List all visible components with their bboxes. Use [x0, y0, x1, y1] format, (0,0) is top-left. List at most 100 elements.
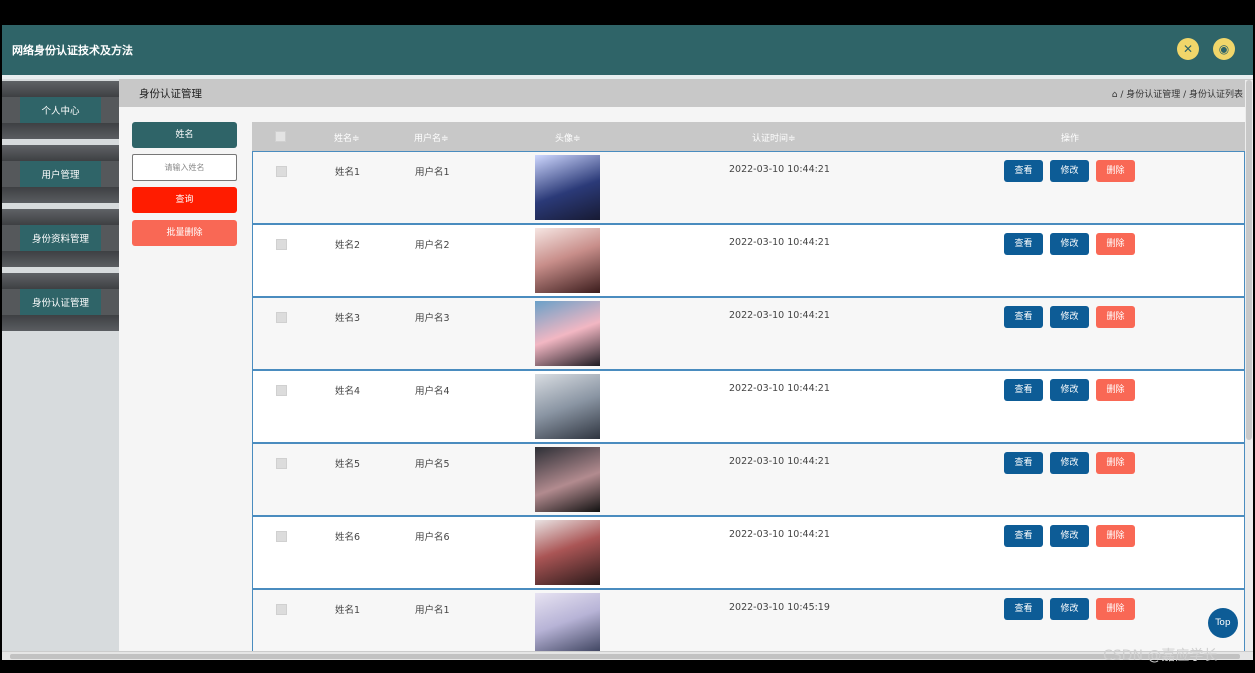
name-filter-label: 姓名	[132, 122, 237, 148]
row-time: 2022-03-10 10:44:21	[729, 164, 830, 175]
avatar	[535, 301, 600, 366]
query-button[interactable]: 查询	[132, 187, 237, 213]
breadcrumb: ⌂ / 身份认证管理 / 身份认证列表	[1112, 87, 1243, 100]
sidebar-item-bg: 用户管理	[20, 161, 101, 187]
name-search-input[interactable]: 请输入姓名	[132, 154, 237, 181]
delete-button[interactable]: 删除	[1096, 598, 1135, 620]
avatar	[535, 447, 600, 512]
table-row: 姓名4 用户名4 2022-03-10 10:44:21 查看 修改 删除	[252, 370, 1245, 443]
main-content: 姓名 请输入姓名 查询 批量删除 姓名≑ 用户名≑ 头像≑ 认证时间≑ 操作 姓…	[119, 107, 1253, 660]
row-checkbox[interactable]	[276, 385, 287, 396]
row-name: 姓名1	[335, 605, 361, 616]
sidebar-item-bg: 个人中心	[20, 97, 101, 123]
vertical-scrollbar[interactable]	[1245, 80, 1253, 651]
edit-button[interactable]: 修改	[1050, 160, 1089, 182]
sidebar-item-label: 用户管理	[41, 170, 80, 181]
edit-button[interactable]: 修改	[1050, 306, 1089, 328]
avatar	[535, 374, 600, 439]
row-username: 用户名5	[415, 459, 450, 470]
table-row: 姓名1 用户名1 2022-03-10 10:44:21 查看 修改 删除	[252, 151, 1245, 224]
avatar	[535, 155, 600, 220]
app-title: 网络身份认证技术及方法	[12, 44, 133, 57]
view-button[interactable]: 查看	[1004, 306, 1043, 328]
sidebar-item-identity-data[interactable]: 身份资料管理	[2, 209, 119, 267]
row-checkbox[interactable]	[276, 312, 287, 323]
row-time: 2022-03-10 10:45:19	[729, 602, 830, 613]
delete-button[interactable]: 删除	[1096, 525, 1135, 547]
view-button[interactable]: 查看	[1004, 598, 1043, 620]
column-header-name[interactable]: 姓名≑	[334, 131, 360, 144]
row-username: 用户名3	[415, 313, 450, 324]
sidebar-item-bg: 身份认证管理	[20, 289, 101, 315]
table-row: 姓名5 用户名5 2022-03-10 10:44:21 查看 修改 删除	[252, 443, 1245, 516]
table-row: 姓名6 用户名6 2022-03-10 10:44:21 查看 修改 删除	[252, 516, 1245, 589]
scrollbar-thumb[interactable]	[1246, 80, 1252, 440]
sidebar: 个人中心 用户管理 身份资料管理 身份认证管理	[2, 79, 119, 660]
home-icon[interactable]: ⌂	[1112, 90, 1118, 100]
delete-button[interactable]: 删除	[1096, 306, 1135, 328]
view-button[interactable]: 查看	[1004, 525, 1043, 547]
app-window: 网络身份认证技术及方法 ✕ ◉ 个人中心 用户管理 身份资料管理 身份认证管理 …	[2, 25, 1253, 660]
sidebar-item-personal-center[interactable]: 个人中心	[2, 81, 119, 139]
row-username: 用户名6	[415, 532, 450, 543]
row-time: 2022-03-10 10:44:21	[729, 529, 830, 540]
edit-button[interactable]: 修改	[1050, 233, 1089, 255]
view-button[interactable]: 查看	[1004, 452, 1043, 474]
user-icon[interactable]: ◉	[1213, 38, 1235, 60]
horizontal-scrollbar[interactable]	[2, 651, 1253, 660]
edit-button[interactable]: 修改	[1050, 598, 1089, 620]
row-username: 用户名1	[415, 605, 450, 616]
column-header-time[interactable]: 认证时间≑	[752, 131, 796, 144]
row-time: 2022-03-10 10:44:21	[729, 310, 830, 321]
column-header-avatar[interactable]: 头像≑	[555, 131, 581, 144]
delete-button[interactable]: 删除	[1096, 160, 1135, 182]
edit-button[interactable]: 修改	[1050, 379, 1089, 401]
sidebar-item-label: 身份认证管理	[31, 298, 89, 309]
sidebar-item-label: 个人中心	[41, 106, 80, 117]
view-button[interactable]: 查看	[1004, 379, 1043, 401]
batch-delete-button[interactable]: 批量删除	[132, 220, 237, 246]
row-checkbox[interactable]	[276, 458, 287, 469]
page-header-bar: 身份认证管理 ⌂ / 身份认证管理 / 身份认证列表	[119, 79, 1253, 107]
row-username: 用户名2	[415, 240, 450, 251]
row-name: 姓名2	[335, 240, 361, 251]
avatar	[535, 520, 600, 585]
avatar	[535, 593, 600, 658]
select-all-checkbox[interactable]	[275, 131, 286, 142]
row-time: 2022-03-10 10:44:21	[729, 237, 830, 248]
view-button[interactable]: 查看	[1004, 233, 1043, 255]
row-time: 2022-03-10 10:44:21	[729, 456, 830, 467]
row-checkbox[interactable]	[276, 531, 287, 542]
table-header: 姓名≑ 用户名≑ 头像≑ 认证时间≑ 操作	[252, 122, 1245, 151]
delete-button[interactable]: 删除	[1096, 379, 1135, 401]
screen-frame: 网络身份认证技术及方法 ✕ ◉ 个人中心 用户管理 身份资料管理 身份认证管理 …	[0, 0, 1255, 673]
sidebar-item-user-management[interactable]: 用户管理	[2, 145, 119, 203]
row-name: 姓名3	[335, 313, 361, 324]
row-time: 2022-03-10 10:44:21	[729, 383, 830, 394]
sidebar-item-label: 身份资料管理	[31, 234, 89, 245]
back-to-top-button[interactable]: Top	[1208, 608, 1238, 638]
column-header-username[interactable]: 用户名≑	[414, 131, 449, 144]
table-row: 姓名1 用户名1 2022-03-10 10:45:19 查看 修改 删除	[252, 589, 1245, 660]
fullscreen-icon[interactable]: ✕	[1177, 38, 1199, 60]
row-username: 用户名1	[415, 167, 450, 178]
column-header-actions: 操作	[1061, 134, 1080, 144]
delete-button[interactable]: 删除	[1096, 233, 1135, 255]
row-name: 姓名5	[335, 459, 361, 470]
avatar	[535, 228, 600, 293]
row-name: 姓名4	[335, 386, 361, 397]
table-row: 姓名3 用户名3 2022-03-10 10:44:21 查看 修改 删除	[252, 297, 1245, 370]
row-checkbox[interactable]	[276, 166, 287, 177]
edit-button[interactable]: 修改	[1050, 525, 1089, 547]
sidebar-item-identity-auth[interactable]: 身份认证管理	[2, 273, 119, 331]
sidebar-item-bg: 身份资料管理	[20, 225, 101, 251]
breadcrumb-path: / 身份认证管理 / 身份认证列表	[1120, 90, 1243, 100]
view-button[interactable]: 查看	[1004, 160, 1043, 182]
edit-button[interactable]: 修改	[1050, 452, 1089, 474]
page-title: 身份认证管理	[139, 88, 202, 100]
delete-button[interactable]: 删除	[1096, 452, 1135, 474]
scrollbar-thumb[interactable]	[10, 654, 1240, 659]
row-checkbox[interactable]	[276, 604, 287, 615]
top-header: 网络身份认证技术及方法 ✕ ◉	[2, 25, 1253, 75]
row-checkbox[interactable]	[276, 239, 287, 250]
